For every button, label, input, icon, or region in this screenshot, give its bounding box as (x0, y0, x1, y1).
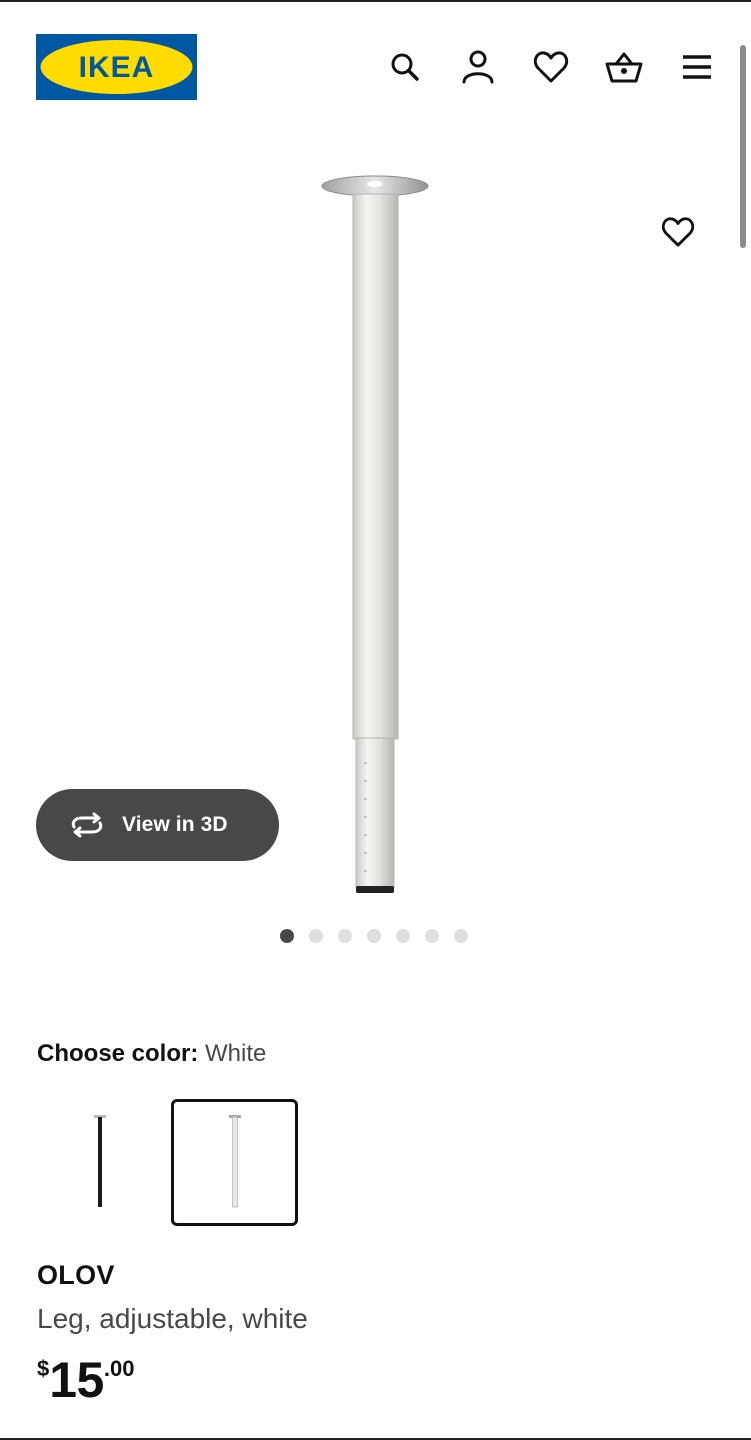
carousel-indicators (280, 929, 468, 945)
color-chooser-label: Choose color: White (37, 1040, 266, 1068)
product-image (318, 172, 433, 896)
black-leg-thumbnail (93, 1114, 106, 1207)
product-gallery[interactable]: View in 3D (0, 130, 751, 960)
price-currency: $ (37, 1356, 50, 1381)
carousel-dot[interactable] (454, 929, 468, 943)
menu-icon[interactable] (678, 48, 716, 86)
carousel-dot[interactable] (309, 929, 323, 943)
add-to-favorites-button[interactable] (656, 210, 700, 254)
carousel-dot[interactable] (367, 929, 381, 943)
carousel-dot[interactable] (396, 929, 410, 943)
account-icon[interactable] (459, 48, 497, 86)
white-leg-thumbnail (228, 1114, 241, 1207)
basket-icon[interactable] (605, 48, 643, 86)
ikea-logo[interactable]: IKEA ® (36, 34, 197, 100)
product-price: $ 15 .00 (37, 1352, 134, 1408)
product-description: Leg, adjustable, white (37, 1303, 308, 1334)
site-header: IKEA ® (0, 0, 751, 130)
carousel-dot[interactable] (280, 929, 294, 943)
selected-color-value: White (205, 1040, 267, 1067)
price-decimal: .00 (103, 1356, 135, 1381)
view-in-3d-label: View in 3D (122, 813, 228, 836)
color-option-white[interactable] (171, 1099, 298, 1226)
heart-icon (661, 217, 695, 247)
scrollbar[interactable] (740, 45, 746, 248)
search-icon[interactable] (386, 48, 424, 86)
svg-text:®: ® (186, 49, 191, 56)
product-name: OLOV (37, 1260, 115, 1290)
favorites-icon[interactable] (532, 48, 570, 86)
color-option-black[interactable] (36, 1099, 163, 1226)
price-integer: 15 (49, 1352, 104, 1408)
carousel-dot[interactable] (338, 929, 352, 943)
color-chooser-title: Choose color: (37, 1040, 199, 1067)
svg-text:IKEA: IKEA (79, 51, 155, 84)
view-in-3d-button[interactable]: View in 3D (36, 789, 279, 861)
carousel-dot[interactable] (425, 929, 439, 943)
rotate-3d-icon (71, 812, 103, 838)
